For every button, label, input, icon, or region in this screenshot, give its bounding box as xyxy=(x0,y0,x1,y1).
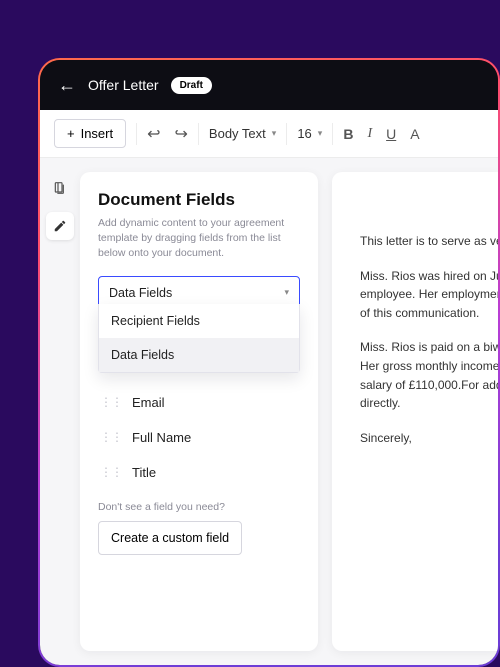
chevron-down-icon: ▾ xyxy=(318,128,323,139)
doc-paragraph: This letter is to serve as veri xyxy=(360,232,498,251)
document-title: Offer Letter xyxy=(88,77,159,93)
text-color-button[interactable]: A xyxy=(410,126,419,142)
font-size-select[interactable]: 16 ▾ xyxy=(297,126,322,141)
select-value: Data Fields xyxy=(109,286,172,300)
create-custom-field-button[interactable]: Create a custom field xyxy=(98,521,242,555)
panel-description: Add dynamic content to your agreement te… xyxy=(98,216,300,262)
text-style-value: Body Text xyxy=(209,126,266,141)
format-group: B I U A xyxy=(343,126,419,142)
edit-rail-button[interactable] xyxy=(46,212,74,240)
field-label: Email xyxy=(132,395,165,410)
redo-icon[interactable]: ↪ xyxy=(175,124,188,144)
stack-icon xyxy=(52,180,68,196)
insert-button[interactable]: + Insert xyxy=(54,119,126,148)
dropdown-option-recipient[interactable]: Recipient Fields xyxy=(99,304,299,338)
doc-paragraph: Miss. Rios is paid on a biwe Her gross m… xyxy=(360,338,498,412)
italic-button[interactable]: I xyxy=(367,126,372,142)
toolbar: + Insert ↩ ↪ Body Text ▾ 16 ▾ B I U xyxy=(40,110,498,158)
side-rail xyxy=(40,158,80,665)
field-label: Title xyxy=(132,465,156,480)
chevron-down-icon: ▾ xyxy=(272,128,277,139)
drag-handle-icon: ⋮⋮ xyxy=(100,465,122,479)
content-area: Document Fields Add dynamic content to y… xyxy=(40,158,498,665)
field-list: ⋮⋮ Email ⋮⋮ Full Name ⋮⋮ Title xyxy=(98,388,300,487)
plus-icon: + xyxy=(67,126,75,141)
fields-rail-button[interactable] xyxy=(46,174,74,202)
font-size-value: 16 xyxy=(297,126,311,141)
undo-icon[interactable]: ↩ xyxy=(147,124,160,144)
drag-handle-icon: ⋮⋮ xyxy=(100,430,122,444)
doc-paragraph: Sincerely, xyxy=(360,429,498,448)
toolbar-separator xyxy=(136,123,137,145)
back-arrow-icon[interactable]: ← xyxy=(58,76,76,94)
toolbar-separator xyxy=(198,123,199,145)
field-item-full-name[interactable]: ⋮⋮ Full Name xyxy=(98,423,300,452)
undo-redo-group: ↩ ↪ xyxy=(147,124,188,144)
insert-label: Insert xyxy=(81,126,114,141)
toolbar-separator xyxy=(286,123,287,145)
app-frame: ← Offer Letter Draft + Insert ↩ ↪ Body T… xyxy=(38,58,500,667)
doc-paragraph: Miss. Rios was hired on July employee. H… xyxy=(360,267,498,323)
toolbar-separator xyxy=(332,123,333,145)
panel-title: Document Fields xyxy=(98,190,300,210)
drag-handle-icon: ⋮⋮ xyxy=(100,395,122,409)
chevron-down-icon: ▾ xyxy=(284,287,289,298)
field-type-dropdown: Recipient Fields Data Fields xyxy=(98,304,300,373)
dropdown-option-data[interactable]: Data Fields xyxy=(99,338,299,372)
underline-button[interactable]: U xyxy=(386,126,396,142)
titlebar: ← Offer Letter Draft xyxy=(40,60,498,110)
app-window: ← Offer Letter Draft + Insert ↩ ↪ Body T… xyxy=(40,60,498,665)
document-canvas[interactable]: This letter is to serve as veri Miss. Ri… xyxy=(332,172,498,651)
field-label: Full Name xyxy=(132,430,191,445)
text-style-select[interactable]: Body Text ▾ xyxy=(209,126,276,141)
bold-button[interactable]: B xyxy=(343,126,353,142)
field-item-title[interactable]: ⋮⋮ Title xyxy=(98,458,300,487)
field-item-email[interactable]: ⋮⋮ Email xyxy=(98,388,300,417)
fields-panel: Document Fields Add dynamic content to y… xyxy=(80,172,318,651)
pencil-icon xyxy=(53,219,67,233)
status-badge: Draft xyxy=(171,77,212,94)
custom-field-hint: Don't see a field you need? xyxy=(98,501,300,513)
